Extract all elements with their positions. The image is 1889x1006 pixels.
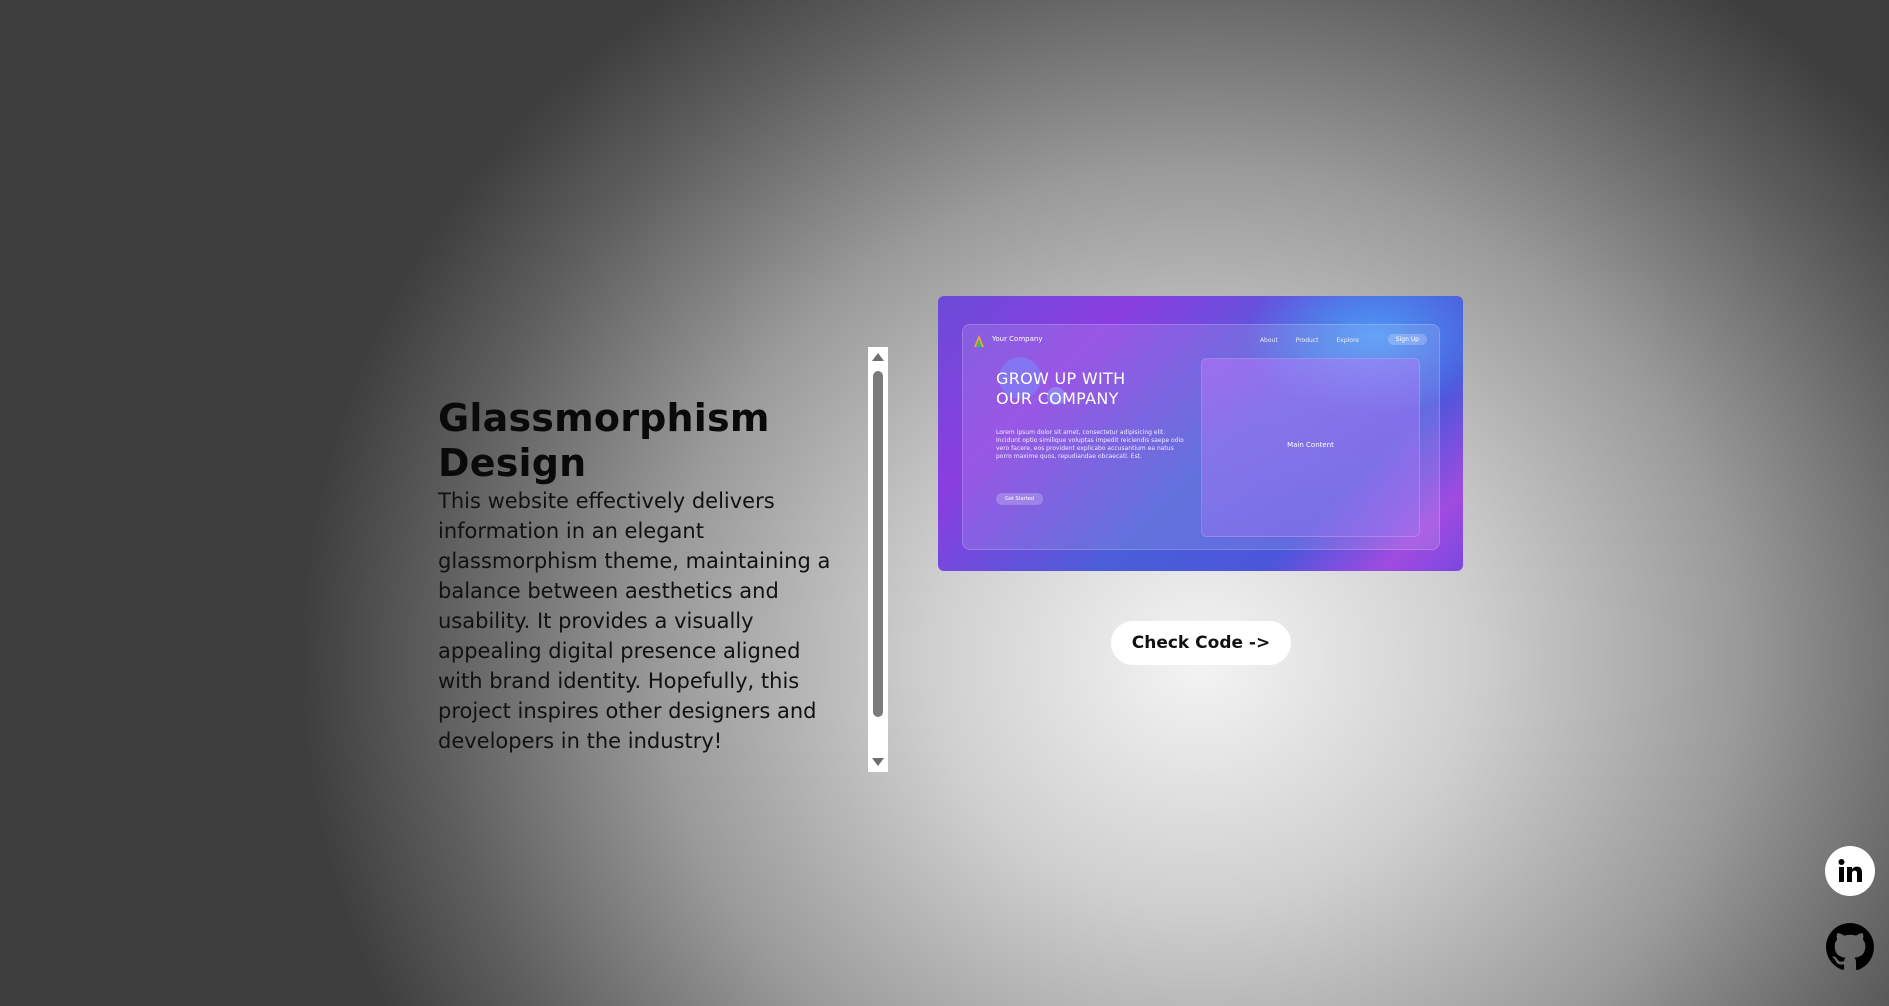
- preview-nav-about: About: [1259, 337, 1278, 344]
- preview-heading-line2: OUR COMPANY: [996, 389, 1119, 408]
- preview-heading-line1: GROW UP WITH: [996, 369, 1126, 388]
- intro-section: Glassmorphism Design This website effect…: [438, 396, 833, 756]
- github-link[interactable]: [1825, 922, 1875, 972]
- linkedin-icon: [1838, 859, 1862, 882]
- preview-nav-product: Product: [1295, 337, 1319, 344]
- check-code-button[interactable]: Check Code ->: [1111, 621, 1291, 665]
- scroll-up-arrow-icon[interactable]: [872, 353, 884, 361]
- linkedin-link[interactable]: [1825, 846, 1875, 896]
- scroll-down-arrow-icon[interactable]: [872, 758, 884, 766]
- preview-body-text: Lorem ipsum dolor sit amet, consectetur …: [996, 429, 1184, 460]
- preview-nav: About Product Explore: [1260, 337, 1359, 344]
- preview-brand: Your Company: [992, 335, 1043, 343]
- preview-heading: GROW UP WITH OUR COMPANY: [996, 369, 1125, 409]
- website-preview-image: Your Company About Product Explore Sign …: [938, 296, 1463, 571]
- scroll-thumb[interactable]: [873, 371, 883, 717]
- preview-signup: Sign Up: [1387, 334, 1427, 345]
- github-icon: [1826, 923, 1874, 971]
- page-description: This website effectively delivers inform…: [438, 489, 831, 753]
- preview-get-started: Get Started: [996, 493, 1043, 505]
- preview-glass-panel: Your Company About Product Explore Sign …: [962, 324, 1440, 550]
- scrollbar[interactable]: [868, 347, 888, 772]
- preview-main-content-label: Main Content: [1287, 441, 1334, 449]
- page-title: Glassmorphism Design: [438, 396, 770, 485]
- company-logo-icon: [974, 335, 984, 347]
- preview-nav-explore: Explore: [1336, 337, 1359, 344]
- preview-main-content: Main Content: [1201, 358, 1420, 537]
